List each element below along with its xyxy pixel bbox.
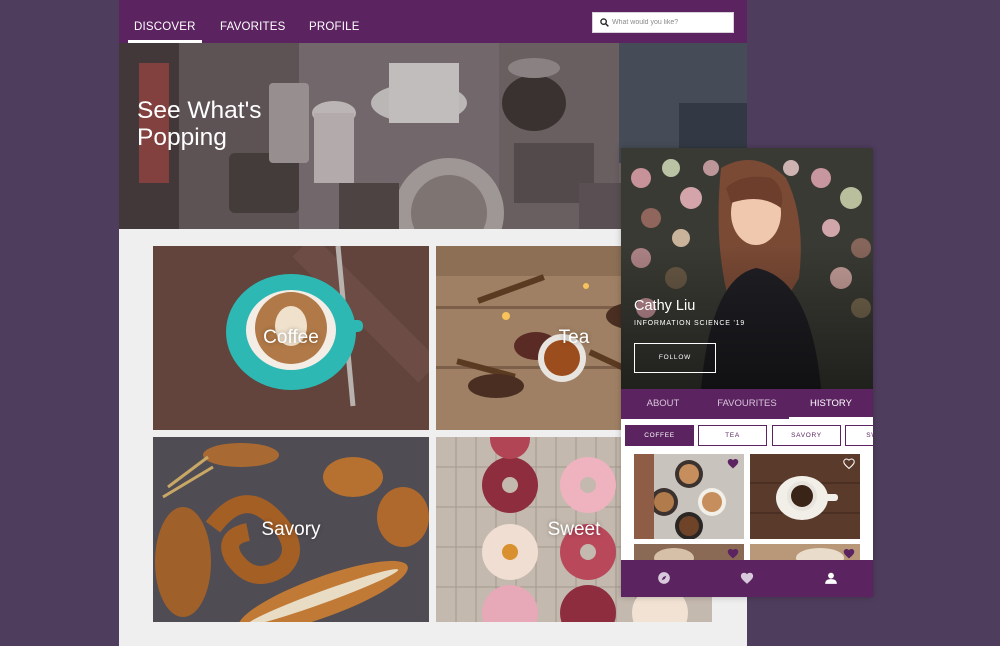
tab-favourites[interactable]: FAVOURITES <box>705 389 789 419</box>
hero-title: See What's Popping <box>137 97 262 151</box>
mobile-profile-screen: Cathy Liu INFORMATION SCIENCE '19 FOLLOW… <box>621 148 873 597</box>
search-input[interactable] <box>612 13 730 32</box>
filter-tea[interactable]: TEA <box>698 425 767 446</box>
top-navigation: DISCOVER FAVORITES PROFILE <box>119 0 747 43</box>
compass-icon[interactable] <box>657 571 671 585</box>
history-item[interactable] <box>634 454 744 539</box>
user-icon[interactable] <box>824 571 838 585</box>
tab-favorites[interactable]: FAVORITES <box>220 0 286 43</box>
profile-tabs: ABOUT FAVOURITES HISTORY <box>621 389 873 419</box>
filter-chips: COFFEE TEA SAVORY SWEET <box>621 419 873 452</box>
category-tile-savory[interactable]: Savory <box>153 437 429 622</box>
category-tile-coffee[interactable]: Coffee <box>153 246 429 430</box>
follow-button[interactable]: FOLLOW <box>634 343 716 373</box>
tab-profile[interactable]: PROFILE <box>309 0 360 43</box>
filter-savory[interactable]: SAVORY <box>772 425 841 446</box>
search-icon <box>600 18 609 27</box>
filter-sweet[interactable]: SWEET <box>845 425 873 446</box>
bottom-navigation <box>621 560 873 597</box>
heart-icon[interactable] <box>727 548 739 559</box>
heart-outline-icon[interactable] <box>843 458 855 469</box>
category-label-savory: Savory <box>261 518 321 540</box>
profile-header: Cathy Liu INFORMATION SCIENCE '19 FOLLOW <box>621 148 873 389</box>
category-label-coffee: Coffee <box>263 327 319 348</box>
heart-icon[interactable] <box>727 458 739 469</box>
heart-nav-icon[interactable] <box>740 571 754 585</box>
search-box[interactable] <box>592 12 734 33</box>
tab-discover[interactable]: DISCOVER <box>128 0 202 43</box>
history-item[interactable] <box>750 454 860 539</box>
tab-history[interactable]: HISTORY <box>789 389 873 419</box>
filter-coffee[interactable]: COFFEE <box>625 425 694 446</box>
heart-icon[interactable] <box>843 548 855 559</box>
profile-department: INFORMATION SCIENCE '19 <box>634 320 746 327</box>
profile-name: Cathy Liu <box>634 298 696 314</box>
tab-about[interactable]: ABOUT <box>621 389 705 419</box>
